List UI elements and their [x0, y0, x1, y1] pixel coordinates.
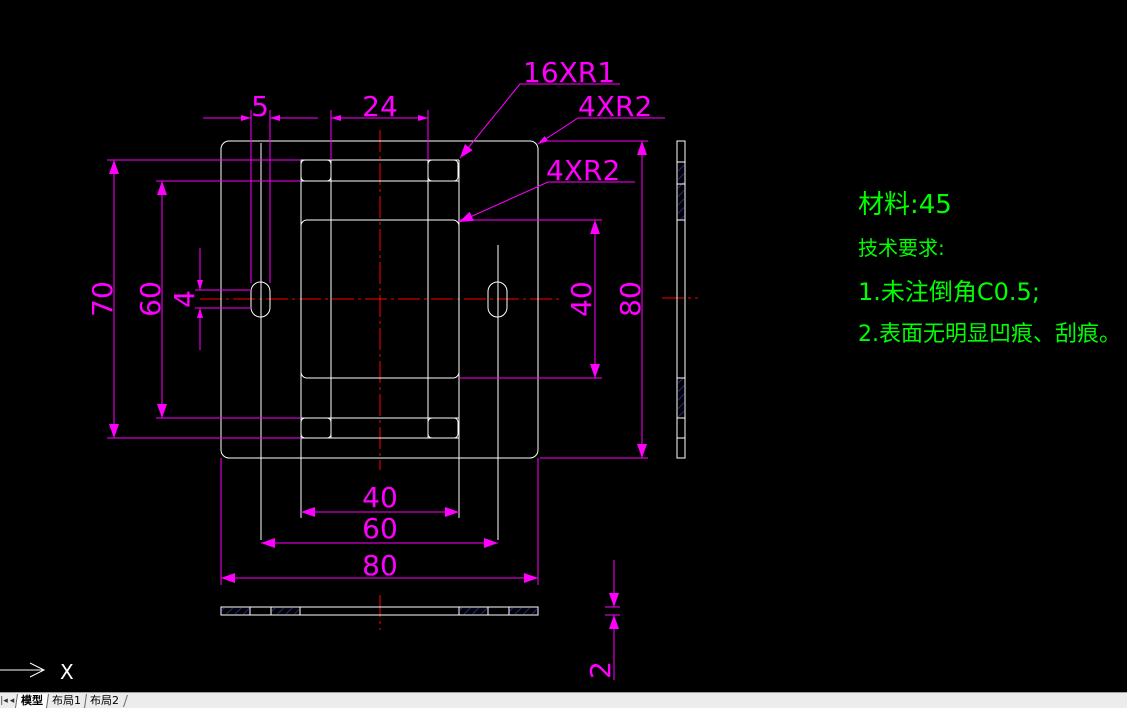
technical-notes: 材料:45 技术要求: 1.未注倒角C0.5; 2.表面无明显凹痕、刮痕。 [858, 190, 1121, 347]
dim-40-horizontal: 40 [362, 481, 398, 514]
tab-divider [123, 694, 128, 707]
dimension-lines [109, 115, 647, 680]
side-view[interactable] [676, 140, 686, 459]
tab-layout2[interactable]: 布局2 [84, 693, 124, 708]
note-item-2: 2.表面无明显凹痕、刮痕。 [858, 322, 1121, 347]
drawing-canvas[interactable]: 5 24 70 60 4 40 80 40 60 80 2 16XR1 4XR2… [0, 0, 1127, 692]
dim-60-horizontal: 60 [362, 512, 398, 545]
centerlines [200, 130, 698, 630]
corner-slot-br [427, 417, 459, 439]
dim-5: 5 [251, 90, 269, 123]
layout-tab-bar: |◂ ◂ 模型 布局1 布局2 [0, 692, 1127, 708]
note-item-1: 1.未注倒角C0.5; [858, 278, 1040, 306]
tab-model[interactable]: 模型 [15, 693, 48, 708]
dim-60-vertical: 60 [134, 281, 167, 317]
first-tab-icon[interactable]: |◂ [0, 696, 8, 706]
label-4xr2-outer: 4XR2 [578, 90, 652, 123]
corner-slot-tr [427, 159, 459, 182]
corner-slot-bl [300, 417, 332, 439]
note-requirements-title: 技术要求: [858, 236, 945, 260]
tab-layout1[interactable]: 布局1 [46, 693, 86, 708]
corner-slot-tl [300, 159, 332, 182]
dim-80-vertical: 80 [614, 281, 647, 317]
dim-24: 24 [362, 90, 398, 123]
ucs-icon [0, 662, 46, 678]
dim-70: 70 [86, 281, 119, 317]
ucs-x-label: X [60, 660, 74, 684]
dim-40-vertical: 40 [565, 281, 598, 317]
label-16xr1: 16XR1 [523, 56, 615, 89]
dim-4: 4 [168, 290, 201, 308]
label-4xr2-inner: 4XR2 [546, 154, 620, 187]
dim-2-thickness: 2 [584, 661, 617, 679]
dim-80-horizontal: 80 [362, 549, 398, 582]
note-material: 材料:45 [858, 190, 952, 220]
